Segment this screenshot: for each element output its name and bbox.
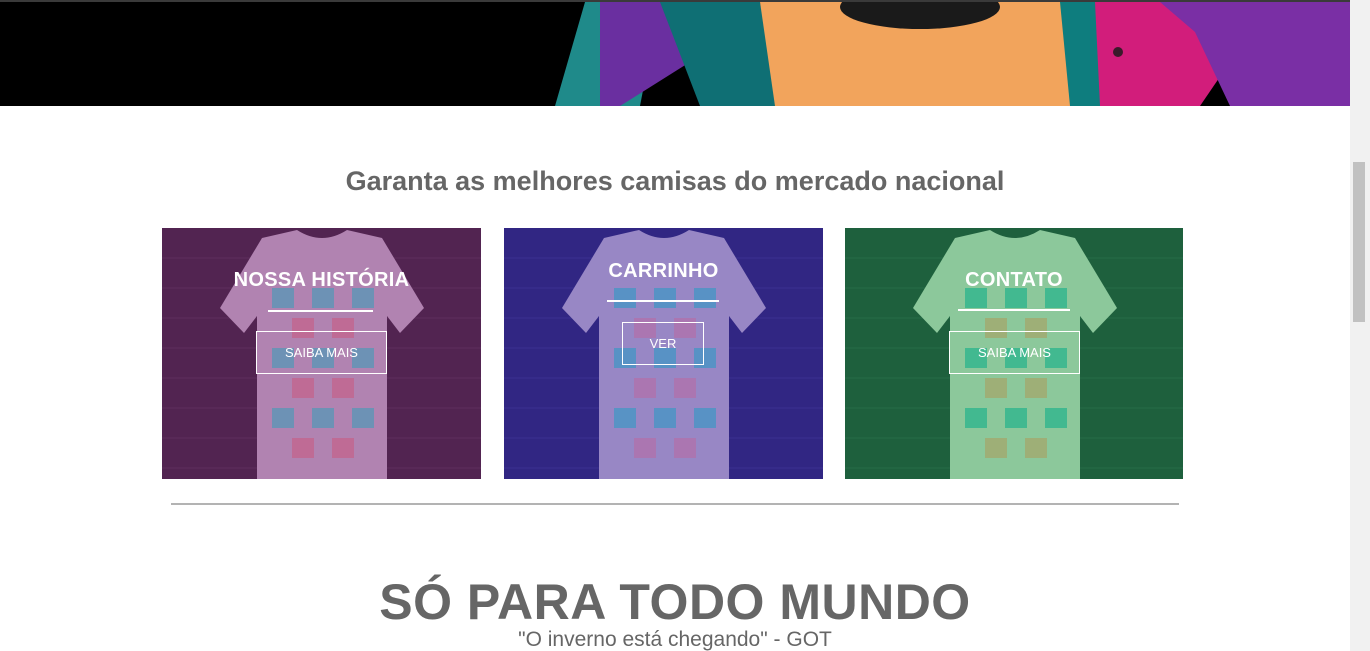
card-title-underline <box>607 300 719 302</box>
page: Garanta as melhores camisas do mercado n… <box>0 0 1370 651</box>
vertical-scrollbar[interactable] <box>1350 0 1370 651</box>
card-title: CARRINHO <box>608 260 719 282</box>
card-title-underline <box>958 309 1070 311</box>
card-carrinho[interactable]: CARRINHO VER <box>504 228 823 479</box>
scrollbar-thumb[interactable] <box>1353 162 1365 322</box>
card-contato[interactable]: CONTATO SAIBA MAIS <box>845 228 1183 479</box>
feature-title: SÓ PARA TODO MUNDO <box>379 574 971 630</box>
card-nossa-historia[interactable]: NOSSA HISTÓRIA SAIBA MAIS <box>162 228 481 479</box>
saiba-mais-button[interactable]: SAIBA MAIS <box>949 331 1080 374</box>
hero-image <box>0 2 1350 106</box>
feature-quote: "O inverno está chegando" - GOT <box>518 628 832 651</box>
section-divider <box>171 503 1179 505</box>
section-title: Garanta as melhores camisas do mercado n… <box>345 166 1005 196</box>
card-title: NOSSA HISTÓRIA <box>233 269 410 291</box>
ver-button[interactable]: VER <box>622 322 704 365</box>
hero-banner <box>0 2 1350 106</box>
card-title: CONTATO <box>965 269 1063 291</box>
card-title-underline <box>268 310 373 312</box>
saiba-mais-button[interactable]: SAIBA MAIS <box>256 331 387 374</box>
